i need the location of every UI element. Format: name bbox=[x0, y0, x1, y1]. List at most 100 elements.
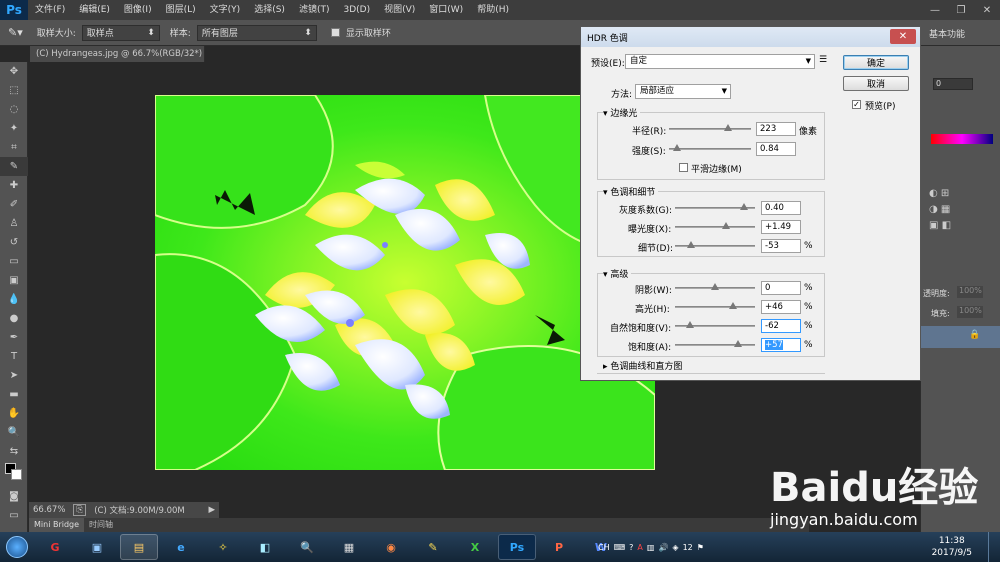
gradient-tool-icon[interactable]: ▣ bbox=[0, 271, 28, 290]
move-tool-icon[interactable]: ✥ bbox=[0, 62, 28, 81]
preset-menu-icon[interactable]: ☰ bbox=[819, 55, 827, 65]
path-select-tool-icon[interactable]: ➤ bbox=[0, 366, 28, 385]
clock[interactable]: 11:38 2017/9/5 bbox=[932, 535, 972, 559]
zoom-tool-icon[interactable]: 🔍 bbox=[0, 423, 28, 442]
blur-tool-icon[interactable]: 💧 bbox=[0, 290, 28, 309]
eyedropper-tool-icon[interactable]: ✎ bbox=[0, 157, 28, 176]
edge-glow-title[interactable]: ▾ 边缘光 bbox=[603, 106, 641, 119]
gamma-slider[interactable] bbox=[675, 203, 755, 210]
ok-button[interactable]: 确定 bbox=[843, 55, 909, 70]
vibrance-field[interactable]: -62 bbox=[761, 319, 801, 333]
swap-colors-icon[interactable]: ⇆ bbox=[0, 442, 28, 461]
detail-slider[interactable] bbox=[675, 241, 755, 248]
dodge-tool-icon[interactable]: ● bbox=[0, 309, 28, 328]
shadow-field[interactable]: 0 bbox=[761, 281, 801, 295]
start-button[interactable] bbox=[0, 532, 34, 562]
tab-mini-bridge[interactable]: Mini Bridge bbox=[29, 518, 85, 532]
taskbar-app-calculator[interactable]: ▦ bbox=[330, 534, 368, 560]
lasso-tool-icon[interactable]: ◌ bbox=[0, 100, 28, 119]
radius-slider[interactable] bbox=[669, 124, 751, 131]
taskbar-app-search[interactable]: 🔍 bbox=[288, 534, 326, 560]
menu-3d[interactable]: 3D(D) bbox=[336, 0, 377, 20]
menu-select[interactable]: 选择(S) bbox=[247, 0, 292, 20]
brush-tool-icon[interactable]: ✐ bbox=[0, 195, 28, 214]
tray-volume-icon[interactable]: 🔊 bbox=[658, 543, 668, 552]
strength-slider[interactable] bbox=[669, 144, 751, 151]
hand-tool-icon[interactable]: ✋ bbox=[0, 404, 28, 423]
strength-slider-thumb[interactable] bbox=[673, 144, 682, 152]
tray-calendar-icon[interactable]: 12 bbox=[683, 543, 693, 552]
history-brush-icon[interactable]: ↺ bbox=[0, 233, 28, 252]
menu-type[interactable]: 文字(Y) bbox=[203, 0, 248, 20]
highlight-slider-thumb[interactable] bbox=[729, 302, 738, 310]
taskbar-app-ie[interactable]: e bbox=[162, 534, 200, 560]
menu-window[interactable]: 窗口(W) bbox=[422, 0, 470, 20]
minimize-icon[interactable]: — bbox=[922, 0, 948, 20]
restore-icon[interactable]: ❐ bbox=[948, 0, 974, 20]
tone-detail-title[interactable]: ▾ 色调和细节 bbox=[603, 185, 659, 198]
status-icon[interactable]: ⎘ bbox=[73, 504, 87, 516]
color-swatches-icon[interactable] bbox=[0, 461, 28, 487]
quick-mask-icon[interactable]: ◙ bbox=[0, 487, 28, 506]
smooth-edges-checkbox[interactable] bbox=[679, 163, 688, 172]
marquee-tool-icon[interactable]: ⬚ bbox=[0, 81, 28, 100]
vibrance-slider-thumb[interactable] bbox=[686, 321, 695, 329]
pen-tool-icon[interactable]: ✒ bbox=[0, 328, 28, 347]
tray-pdf-icon[interactable]: A bbox=[637, 543, 642, 552]
tray-network-icon[interactable]: ▥ bbox=[647, 543, 655, 552]
zoom-level[interactable]: 66.67% bbox=[33, 505, 65, 515]
type-tool-icon[interactable]: T bbox=[0, 347, 28, 366]
healing-tool-icon[interactable]: ✚ bbox=[0, 176, 28, 195]
menu-edit[interactable]: 编辑(E) bbox=[72, 0, 117, 20]
exposure-field[interactable]: +1.49 bbox=[761, 220, 801, 234]
menu-file[interactable]: 文件(F) bbox=[28, 0, 72, 20]
quick-select-tool-icon[interactable]: ✦ bbox=[0, 119, 28, 138]
taskbar-app-media[interactable]: ✧ bbox=[204, 534, 242, 560]
detail-slider-thumb[interactable] bbox=[687, 241, 695, 249]
menu-layer[interactable]: 图层(L) bbox=[159, 0, 203, 20]
sample-size-select[interactable]: 取样点 ⬍ bbox=[81, 24, 160, 41]
gamma-slider-thumb[interactable] bbox=[739, 203, 748, 211]
crop-tool-icon[interactable]: ⌗ bbox=[0, 138, 28, 157]
highlight-slider[interactable] bbox=[675, 302, 755, 309]
taskbar-app-firefox[interactable]: ◉ bbox=[372, 534, 410, 560]
strength-field[interactable]: 0.84 bbox=[756, 142, 796, 156]
advanced-title[interactable]: ▾ 高级 bbox=[603, 267, 632, 280]
dialog-close-icon[interactable]: ✕ bbox=[890, 29, 916, 44]
saturation-slider-thumb[interactable] bbox=[734, 340, 743, 348]
taskbar-app-vm[interactable]: ◧ bbox=[246, 534, 284, 560]
menu-help[interactable]: 帮助(H) bbox=[470, 0, 516, 20]
radius-slider-thumb[interactable] bbox=[724, 124, 733, 132]
taskbar-app-excel[interactable]: X bbox=[456, 534, 494, 560]
taskbar-app-browser[interactable]: G bbox=[36, 534, 74, 560]
shadow-slider[interactable] bbox=[675, 283, 755, 290]
menu-view[interactable]: 视图(V) bbox=[377, 0, 422, 20]
close-icon[interactable]: ✕ bbox=[974, 0, 1000, 20]
preset-select[interactable]: 自定 bbox=[625, 54, 815, 69]
layer-row[interactable] bbox=[921, 326, 1000, 348]
cancel-button[interactable]: 取消 bbox=[843, 76, 909, 91]
taskbar-app-remote[interactable]: ▣ bbox=[78, 534, 116, 560]
detail-field[interactable]: -53 bbox=[761, 239, 801, 253]
vibrance-slider[interactable] bbox=[675, 321, 755, 328]
method-select[interactable]: 局部适应 bbox=[635, 84, 731, 99]
input-method-indicator[interactable]: CH bbox=[598, 543, 610, 552]
taskbar-app-explorer[interactable]: ▤ bbox=[120, 534, 158, 560]
tray-app-icon[interactable]: ⌨ bbox=[614, 543, 626, 552]
show-ring-checkbox[interactable]: ✓ bbox=[330, 28, 340, 37]
shadow-slider-thumb[interactable] bbox=[711, 283, 719, 291]
exposure-slider[interactable] bbox=[675, 222, 755, 229]
curve-section-toggle[interactable]: ▸ 色调曲线和直方图 bbox=[603, 359, 682, 372]
preview-checkbox[interactable]: ✓ bbox=[852, 100, 861, 109]
status-menu-arrow-icon[interactable]: ▶ bbox=[208, 505, 219, 515]
show-desktop-button[interactable] bbox=[988, 532, 1000, 562]
menu-image[interactable]: 图像(I) bbox=[117, 0, 159, 20]
tray-flag-icon[interactable]: ⚑ bbox=[697, 543, 704, 552]
saturation-field[interactable]: +57 bbox=[761, 338, 801, 352]
shape-tool-icon[interactable]: ▬ bbox=[0, 385, 28, 404]
gamma-field[interactable]: 0.40 bbox=[761, 201, 801, 215]
tray-security-icon[interactable]: ◈ bbox=[672, 543, 678, 552]
saturation-slider[interactable] bbox=[675, 340, 755, 347]
color-field[interactable]: 0 bbox=[933, 78, 973, 90]
eraser-tool-icon[interactable]: ▭ bbox=[0, 252, 28, 271]
